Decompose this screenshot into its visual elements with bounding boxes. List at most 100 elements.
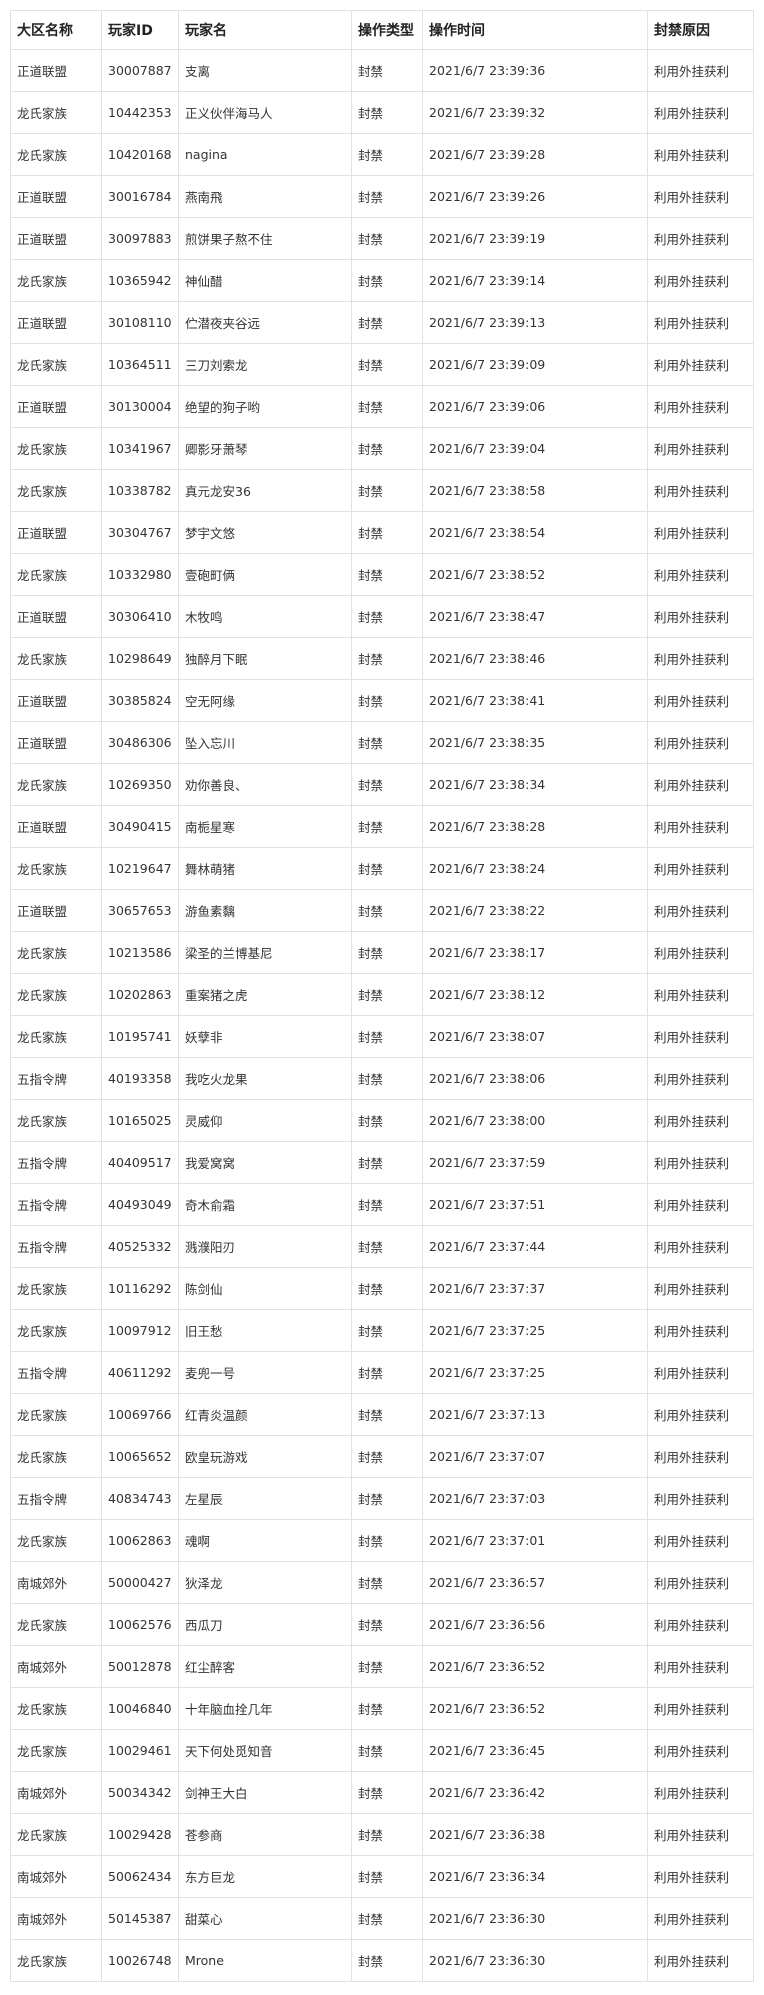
action-time-cell: 2021/6/7 23:38:52 [422,553,648,596]
action-type-cell: 封禁 [351,1519,423,1562]
action-type-cell: 封禁 [351,469,423,512]
player-id-cell: 40193358 [101,1057,179,1100]
server-name-cell: 龙氏家族 [10,469,102,512]
server-name-cell: 龙氏家族 [10,553,102,596]
header-action-type: 操作类型 [351,10,423,50]
player-name-cell: 煎饼果子熬不住 [178,217,352,260]
player-name-cell: 伫潜夜夹谷远 [178,301,352,344]
action-type-cell: 封禁 [351,301,423,344]
table-row: 龙氏家族 10029461 天下何处觅知音 封禁 2021/6/7 23:36:45 利用… [10,1729,754,1772]
player-name-cell: Mrone [178,1939,352,1982]
table-row: 龙氏家族 10269350 劝你善良、 封禁 2021/6/7 23:38:34 利用外挂… [10,763,754,806]
ban-reason-cell: 利用外挂获利 [647,1351,754,1394]
table-row: 正道联盟 30306410 木牧鸣 封禁 2021/6/7 23:38:47 利用外挂获利 [10,595,754,638]
player-id-cell: 10029428 [101,1813,179,1856]
ban-reason-cell: 利用外挂获利 [647,49,754,92]
player-name-cell: 旧王愁 [178,1309,352,1352]
table-row: 南城郊外 50000427 狄泽龙 封禁 2021/6/7 23:36:57 利用外挂获利 [10,1561,754,1604]
action-type-cell: 封禁 [351,1729,423,1772]
action-type-cell: 封禁 [351,1267,423,1310]
player-name-cell: 苍参商 [178,1813,352,1856]
action-type-cell: 封禁 [351,973,423,1016]
player-name-cell: 十年脑血拴几年 [178,1687,352,1730]
player-name-cell: 正义伙伴海马人 [178,91,352,134]
player-name-cell: 我吃火龙果 [178,1057,352,1100]
ban-reason-cell: 利用外挂获利 [647,301,754,344]
action-type-cell: 封禁 [351,1813,423,1856]
player-name-cell: 燕南飛 [178,175,352,218]
table-row: 龙氏家族 10069766 红青炎温颜 封禁 2021/6/7 23:37:13 利用外挂… [10,1393,754,1436]
player-id-cell: 10332980 [101,553,179,596]
action-type-cell: 封禁 [351,1771,423,1814]
action-type-cell: 封禁 [351,1225,423,1268]
server-name-cell: 正道联盟 [10,301,102,344]
player-id-cell: 10219647 [101,847,179,890]
action-type-cell: 封禁 [351,1057,423,1100]
ban-reason-cell: 利用外挂获利 [647,763,754,806]
action-time-cell: 2021/6/7 23:38:35 [422,721,648,764]
player-name-cell: 三刀刘索龙 [178,343,352,386]
table-row: 龙氏家族 10332980 壹砲町俩 封禁 2021/6/7 23:38:52 利用外挂获… [10,553,754,596]
action-time-cell: 2021/6/7 23:38:47 [422,595,648,638]
action-time-cell: 2021/6/7 23:36:57 [422,1561,648,1604]
server-name-cell: 正道联盟 [10,805,102,848]
table-row: 五指令牌 40409517 我爱窝窝 封禁 2021/6/7 23:37:59 利用外挂获… [10,1141,754,1184]
player-name-cell: 独醉月下眠 [178,637,352,680]
ban-reason-cell: 利用外挂获利 [647,637,754,680]
ban-reason-cell: 利用外挂获利 [647,1015,754,1058]
player-name-cell: 溅濮阳刃 [178,1225,352,1268]
player-name-cell: 妖孽非 [178,1015,352,1058]
player-id-cell: 10062576 [101,1603,179,1646]
player-id-cell: 30304767 [101,511,179,554]
player-id-cell: 30657653 [101,889,179,932]
table-row: 正道联盟 30657653 游鱼素黐 封禁 2021/6/7 23:38:22 利用外挂获… [10,889,754,932]
table-row: 龙氏家族 10029428 苍参商 封禁 2021/6/7 23:36:38 利用外挂获利 [10,1813,754,1856]
player-name-cell: 奇木俞霜 [178,1183,352,1226]
ban-reason-cell: 利用外挂获利 [647,1057,754,1100]
table-row: 五指令牌 40611292 麦兜一号 封禁 2021/6/7 23:37:25 利用外挂获… [10,1351,754,1394]
server-name-cell: 龙氏家族 [10,973,102,1016]
player-name-cell: 卿影牙萧琴 [178,427,352,470]
player-id-cell: 10365942 [101,259,179,302]
action-type-cell: 封禁 [351,679,423,722]
ban-reason-cell: 利用外挂获利 [647,1939,754,1982]
player-name-cell: 甜菜心 [178,1897,352,1940]
player-id-cell: 10062863 [101,1519,179,1562]
action-time-cell: 2021/6/7 23:39:13 [422,301,648,344]
ban-reason-cell: 利用外挂获利 [647,1603,754,1646]
player-id-cell: 10213586 [101,931,179,974]
table-row: 龙氏家族 10219647 舞林萌猪 封禁 2021/6/7 23:38:24 利用外挂获… [10,847,754,890]
action-type-cell: 封禁 [351,553,423,596]
table-body: 正道联盟 30007887 支离 封禁 2021/6/7 23:39:36 利用外挂获利龙… [10,49,754,1982]
server-name-cell: 五指令牌 [10,1225,102,1268]
table-row: 南城郊外 50012878 红尘醉客 封禁 2021/6/7 23:36:52 利用外挂获… [10,1645,754,1688]
ban-reason-cell: 利用外挂获利 [647,1477,754,1520]
table-row: 龙氏家族 10202863 重案猪之虎 封禁 2021/6/7 23:38:12 利用外挂… [10,973,754,1016]
player-name-cell: 梦宇文悠 [178,511,352,554]
table-row: 龙氏家族 10026748 Mrone 封禁 2021/6/7 23:36:30 利用外挂… [10,1939,754,1982]
player-id-cell: 50000427 [101,1561,179,1604]
player-name-cell: 西瓜刀 [178,1603,352,1646]
server-name-cell: 五指令牌 [10,1183,102,1226]
action-type-cell: 封禁 [351,1855,423,1898]
ban-reason-cell: 利用外挂获利 [647,1855,754,1898]
player-id-cell: 10029461 [101,1729,179,1772]
table-row: 龙氏家族 10065652 欧皇玩游戏 封禁 2021/6/7 23:37:07 利用外挂… [10,1435,754,1478]
ban-reason-cell: 利用外挂获利 [647,511,754,554]
table-row: 正道联盟 30490415 南栀星寒 封禁 2021/6/7 23:38:28 利用外挂获… [10,805,754,848]
action-time-cell: 2021/6/7 23:36:56 [422,1603,648,1646]
action-time-cell: 2021/6/7 23:38:22 [422,889,648,932]
table-row: 龙氏家族 10442353 正义伙伴海马人 封禁 2021/6/7 23:39:32 利用… [10,91,754,134]
action-time-cell: 2021/6/7 23:36:45 [422,1729,648,1772]
action-time-cell: 2021/6/7 23:39:06 [422,385,648,428]
action-type-cell: 封禁 [351,1603,423,1646]
server-name-cell: 南城郊外 [10,1561,102,1604]
server-name-cell: 龙氏家族 [10,427,102,470]
action-type-cell: 封禁 [351,133,423,176]
server-name-cell: 正道联盟 [10,385,102,428]
server-name-cell: 龙氏家族 [10,343,102,386]
table-row: 龙氏家族 10364511 三刀刘索龙 封禁 2021/6/7 23:39:09 利用外挂… [10,343,754,386]
action-type-cell: 封禁 [351,427,423,470]
server-name-cell: 龙氏家族 [10,637,102,680]
action-time-cell: 2021/6/7 23:37:37 [422,1267,648,1310]
